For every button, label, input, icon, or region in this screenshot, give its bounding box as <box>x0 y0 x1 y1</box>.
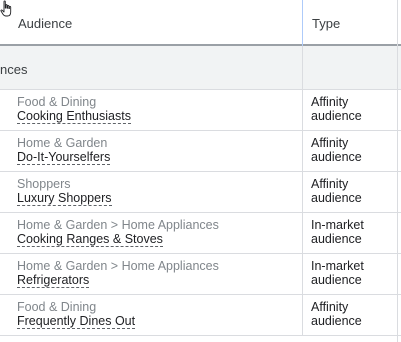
audience-category: Home & Garden > Home Appliances <box>17 259 219 273</box>
column-header-type[interactable]: Type <box>312 16 340 31</box>
column-divider <box>302 213 303 254</box>
audience-category: Home & Garden > Home Appliances <box>17 218 219 232</box>
column-divider <box>302 295 303 336</box>
table-right-border <box>397 0 398 342</box>
audience-type: Affinity audience <box>311 177 362 205</box>
column-resize-handle[interactable] <box>302 0 303 46</box>
column-divider <box>302 131 303 172</box>
audience-name[interactable]: Cooking Enthusiasts <box>17 109 131 124</box>
column-divider <box>302 46 303 90</box>
audience-category: Food & Dining <box>17 300 97 314</box>
audience-type: In-market audience <box>311 259 364 287</box>
group-label: nces <box>0 62 28 77</box>
audience-name[interactable]: Do-It-Yourselfers <box>17 150 111 165</box>
group-row: nces <box>0 46 401 90</box>
column-divider <box>302 254 303 295</box>
audience-name[interactable]: Cooking Ranges & Stoves <box>17 232 163 247</box>
audience-type: Affinity audience <box>311 300 362 328</box>
column-divider <box>302 172 303 213</box>
column-divider <box>302 90 303 131</box>
audience-type: In-market audience <box>311 218 364 246</box>
table-row: Home & Garden > Home Appliances Refriger… <box>0 254 401 295</box>
audience-category: Shoppers <box>17 177 71 191</box>
table-header: Audience Type <box>0 0 401 46</box>
audience-type: Affinity audience <box>311 95 362 123</box>
audience-name[interactable]: Frequently Dines Out <box>17 314 136 329</box>
audience-category: Home & Garden <box>17 136 108 150</box>
table-row: Food & Dining Cooking Enthusiasts Affini… <box>0 90 401 131</box>
table-row: Home & Garden > Home Appliances Cooking … <box>0 213 401 254</box>
audience-type: Affinity audience <box>311 136 362 164</box>
hand-pointer-icon <box>0 0 12 17</box>
table-row: Shoppers Luxury Shoppers Affinity audien… <box>0 172 401 213</box>
table-row: Food & Dining Frequently Dines Out Affin… <box>0 295 401 336</box>
audience-name[interactable]: Refrigerators <box>17 273 90 288</box>
audience-category: Food & Dining <box>17 95 97 109</box>
audience-name[interactable]: Luxury Shoppers <box>17 191 112 206</box>
table-row: Home & Garden Do-It-Yourselfers Affinity… <box>0 131 401 172</box>
column-header-audience[interactable]: Audience <box>18 16 72 31</box>
audience-table: Audience Type nces Food & Dining Cooking… <box>0 0 401 342</box>
